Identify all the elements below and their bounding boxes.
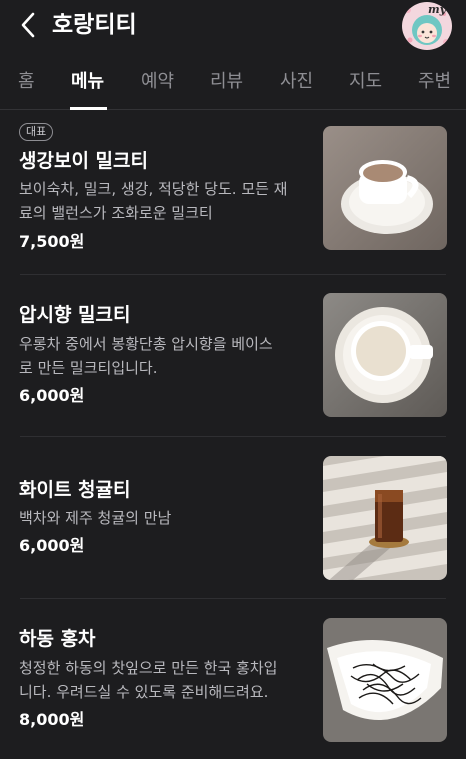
description-line: 우롱차 중에서 봉황단총 압시향을 베이스 [19, 335, 273, 353]
avatar-label: my [428, 3, 447, 16]
menu-item-price: 8,000원 [19, 710, 85, 729]
menu-item[interactable]: 대표 생강보이 밀크티 보이숙차, 밀크, 생강, 적당한 당도. 모든 재 료… [0, 110, 466, 275]
tab-nearby[interactable]: 주변 [418, 70, 451, 94]
tab-map[interactable]: 지도 [349, 70, 382, 94]
tab-reservation[interactable]: 예약 [141, 70, 174, 94]
description-line: 백차와 제주 청귤의 만남 [19, 509, 172, 527]
top-bar: 호랑티티 my [0, 0, 466, 52]
description-line: 보이숙차, 밀크, 생강, 적당한 당도. 모든 재 [19, 180, 288, 198]
black-tea-leaves-photo[interactable] [323, 618, 447, 742]
description-line: 청정한 하동의 찻잎으로 만든 한국 홍차입 [19, 659, 278, 677]
signature-badge: 대표 [19, 123, 54, 141]
description-line: 료의 밸런스가 조화로운 밀크티 [19, 204, 213, 222]
menu-item[interactable]: 압시향 밀크티 우롱차 중에서 봉황단총 압시향을 베이스 로 만든 밀크티입니… [0, 275, 466, 437]
milk-tea-cup-photo[interactable] [323, 126, 447, 250]
iced-tea-glass-photo[interactable] [323, 456, 447, 580]
menu-item-description: 청정한 하동의 찻잎으로 만든 한국 홍차입 니다. 우려드실 수 있도록 준비… [19, 656, 299, 704]
menu-item-name: 화이트 청귤티 [19, 479, 131, 501]
back-button[interactable] [14, 10, 42, 40]
menu-item-description: 백차와 제주 청귤의 만남 [19, 506, 299, 530]
tab-home[interactable]: 홈 [18, 70, 35, 94]
description-line: 로 만든 밀크티입니다. [19, 359, 158, 377]
menu-item-name: 생강보이 밀크티 [19, 150, 148, 172]
chevron-left-icon [21, 12, 35, 38]
menu-item-description: 우롱차 중에서 봉황단총 압시향을 베이스 로 만든 밀크티입니다. [19, 332, 299, 380]
menu-item-price: 7,500원 [19, 232, 85, 251]
menu-item-name: 하동 홍차 [19, 628, 96, 650]
page-title: 호랑티티 [52, 12, 137, 38]
avatar[interactable]: my [402, 2, 452, 50]
menu-item-price: 6,000원 [19, 536, 85, 555]
milk-tea-top-view-photo[interactable] [323, 293, 447, 417]
menu-item[interactable]: 하동 홍차 청정한 하동의 찻잎으로 만든 한국 홍차입 니다. 우려드실 수 … [0, 599, 466, 759]
menu-item-price: 6,000원 [19, 386, 85, 405]
tab-bar: 홈 메뉴 예약 리뷰 사진 지도 주변 [0, 58, 466, 110]
tab-reviews[interactable]: 리뷰 [210, 70, 243, 94]
menu-item[interactable]: 화이트 청귤티 백차와 제주 청귤의 만남 6,000원 [0, 437, 466, 599]
menu-item-name: 압시향 밀크티 [19, 304, 131, 326]
tab-photos[interactable]: 사진 [280, 70, 313, 94]
tab-menu[interactable]: 메뉴 [71, 70, 104, 94]
menu-item-description: 보이숙차, 밀크, 생강, 적당한 당도. 모든 재 료의 밸런스가 조화로운 … [19, 177, 299, 225]
description-line: 니다. 우려드실 수 있도록 준비해드려요. [19, 683, 269, 701]
